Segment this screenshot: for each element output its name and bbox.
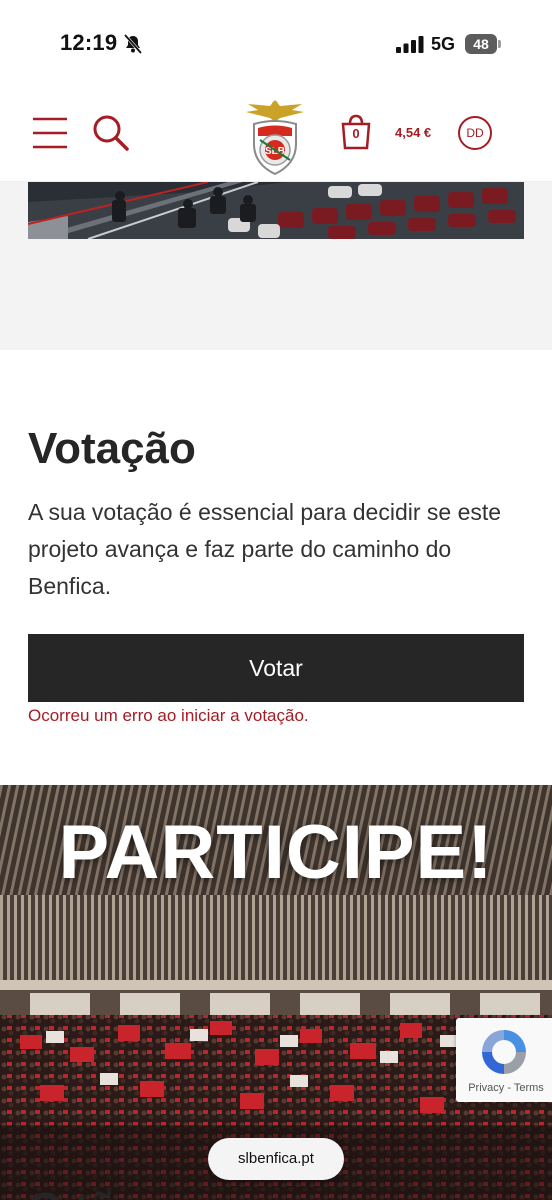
- cart-button[interactable]: 0: [340, 114, 372, 150]
- battery-level: 48: [473, 36, 489, 52]
- vote-description: A sua votação é essencial para decidir s…: [28, 499, 502, 599]
- cellular-signal-icon: [396, 36, 424, 53]
- recaptcha-links: Privacy - Terms: [456, 1082, 552, 1094]
- recaptcha-terms-link[interactable]: Terms: [514, 1082, 544, 1094]
- recaptcha-badge[interactable]: Privacy - Terms: [456, 1018, 552, 1102]
- recaptcha-privacy-link[interactable]: Privacy: [468, 1082, 504, 1094]
- cart-total[interactable]: 4,54 €: [395, 125, 431, 140]
- search-icon[interactable]: [92, 114, 130, 152]
- recaptcha-separator: -: [504, 1082, 514, 1094]
- vote-error-message: Ocorreu um erro ao iniciar a votação.: [28, 706, 309, 725]
- cart-count: 0: [352, 126, 360, 141]
- next-section-heading: Q tõ: [28, 1184, 116, 1200]
- browser-url-bar[interactable]: slbenfica.pt: [208, 1138, 344, 1180]
- vote-heading: Votação: [28, 424, 196, 473]
- benfica-crest-logo[interactable]: SLB: [240, 96, 310, 176]
- stadium-seats-image: [28, 182, 524, 239]
- user-avatar[interactable]: DD: [458, 116, 492, 150]
- recaptcha-logo-icon: [482, 1030, 526, 1074]
- site-header: SLB 0 4,54 € DD: [0, 88, 552, 182]
- hamburger-menu-icon[interactable]: [32, 116, 68, 150]
- participate-heading: PARTICIPE!: [58, 810, 494, 895]
- status-bar: 12:19 5G 48: [0, 0, 552, 88]
- vote-button[interactable]: Votar: [28, 634, 524, 702]
- battery-icon: 48: [465, 34, 501, 54]
- bell-slash-icon: [123, 34, 143, 54]
- network-type: 5G: [431, 34, 456, 54]
- status-time: 12:19: [60, 30, 118, 55]
